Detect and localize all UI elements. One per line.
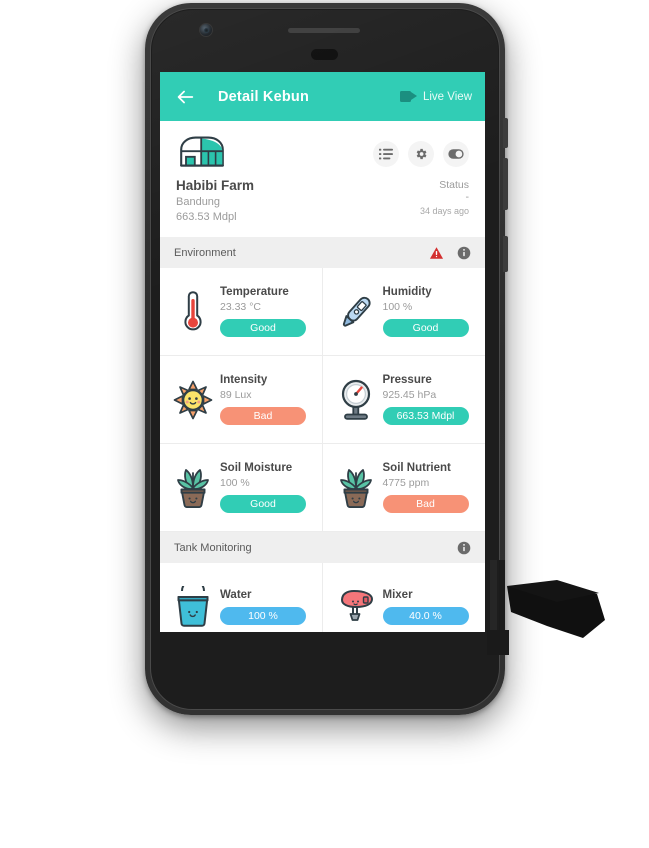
sensor-name: Pressure: [382, 374, 432, 386]
power-button[interactable]: [503, 236, 508, 272]
screenshot-root: Detail Kebun Live View Habibi Farm Bandu…: [0, 0, 649, 848]
info-icon[interactable]: [457, 541, 471, 555]
list-icon-button[interactable]: [373, 141, 399, 167]
greenhouse-icon: [180, 136, 224, 167]
sensor-value: 23.33 °C: [220, 301, 261, 313]
status-value: -: [465, 191, 470, 203]
farm-action-buttons: [373, 141, 469, 167]
page-title: Detail Kebun: [218, 88, 310, 105]
gear-icon: [416, 148, 427, 160]
farm-name: Habibi Farm: [176, 178, 255, 193]
app-bar: Detail Kebun Live View: [160, 72, 485, 121]
status-badge: Bad: [220, 407, 306, 425]
live-view-label: Live View: [422, 90, 472, 103]
potted-plant-icon: [335, 465, 377, 511]
arrow-left-icon[interactable]: [174, 86, 196, 108]
sensor-value: 925.45 hPa: [382, 389, 437, 401]
info-icon[interactable]: [457, 246, 471, 260]
status-badge: 100 %: [220, 606, 306, 625]
sensor-value: 100 %: [220, 477, 250, 489]
sensor-pill: [311, 49, 338, 60]
farm-altitude: 663.53 Mdpl: [176, 211, 237, 223]
farm-summary-card: Habibi Farm Bandung 663.53 Mdpl Status -…: [160, 121, 485, 237]
list-icon: [379, 148, 393, 160]
toggle-icon-button[interactable]: [443, 141, 469, 167]
status-badge: 40.0 %: [382, 606, 469, 625]
sensor-card-pressure[interactable]: Pressure 925.45 hPa 663.53 Mdpl: [322, 356, 485, 444]
gear-icon-button[interactable]: [408, 141, 434, 167]
video-camera-icon: [399, 91, 417, 102]
toggle-icon: [448, 149, 464, 159]
section-header-tank-monitoring: Tank Monitoring: [160, 532, 485, 563]
gauge-icon: [335, 377, 377, 423]
section-title: Tank Monitoring: [174, 541, 252, 554]
status-badge: 663.53 Mdpl: [382, 407, 469, 425]
sensor-card-soil-nutrient[interactable]: Soil Nutrient 4775 ppm Bad: [322, 444, 485, 532]
volume-up-button[interactable]: [503, 118, 508, 148]
tank-card-water[interactable]: Water 100 %: [160, 563, 323, 632]
sensor-name: Soil Nutrient: [382, 462, 451, 474]
sensor-card-temperature[interactable]: Temperature 23.33 °C Good: [160, 268, 323, 356]
sun-icon: [172, 377, 214, 423]
tank-name: Mixer: [382, 588, 413, 601]
sensor-value: 89 Lux: [220, 389, 252, 401]
sensor-name: Temperature: [220, 286, 289, 298]
tank-monitoring-grid: Water 100 % Mixer 40.0 %: [160, 563, 485, 632]
sensor-card-soil-moisture[interactable]: Soil Moisture 100 % Good: [160, 444, 323, 532]
live-view-button[interactable]: Live View: [399, 90, 472, 103]
sensor-name: Humidity: [382, 286, 432, 298]
sensor-name: Intensity: [220, 374, 268, 386]
status-badge: Good: [382, 319, 469, 337]
tank-card-mixer[interactable]: Mixer 40.0 %: [323, 563, 486, 632]
sensor-name: Soil Moisture: [220, 462, 293, 474]
potted-plant-icon: [172, 465, 214, 511]
status-badge: Good: [220, 319, 306, 337]
tank-name: Water: [220, 588, 252, 601]
thermometer-icon: [172, 289, 214, 335]
sensor-value: 100 %: [382, 301, 413, 313]
phone-screen: Detail Kebun Live View Habibi Farm Bandu…: [160, 72, 485, 632]
section-title: Environment: [174, 246, 236, 259]
farm-city: Bandung: [176, 196, 221, 208]
warning-triangle-icon[interactable]: [429, 246, 444, 260]
sensor-card-intensity[interactable]: Intensity 89 Lux Bad: [160, 356, 323, 444]
status-badge: Bad: [382, 495, 469, 513]
section-header-environment: Environment: [160, 237, 485, 268]
environment-sensor-grid: Temperature 23.33 °C Good Humidity 100 %…: [160, 268, 485, 532]
status-timestamp: 34 days ago: [419, 206, 469, 216]
mixer-icon: [335, 584, 377, 630]
hygrometer-icon: [335, 289, 377, 335]
drop-shadow-artifact: [487, 560, 605, 655]
earpiece-speaker: [288, 28, 360, 33]
sensor-value: 4775 ppm: [382, 477, 430, 489]
front-camera: [199, 23, 213, 37]
status-label: Status: [439, 179, 469, 191]
status-badge: Good: [220, 495, 306, 513]
sensor-card-humidity[interactable]: Humidity 100 % Good: [322, 268, 485, 356]
bucket-icon: [172, 584, 214, 630]
volume-down-button[interactable]: [503, 158, 508, 210]
